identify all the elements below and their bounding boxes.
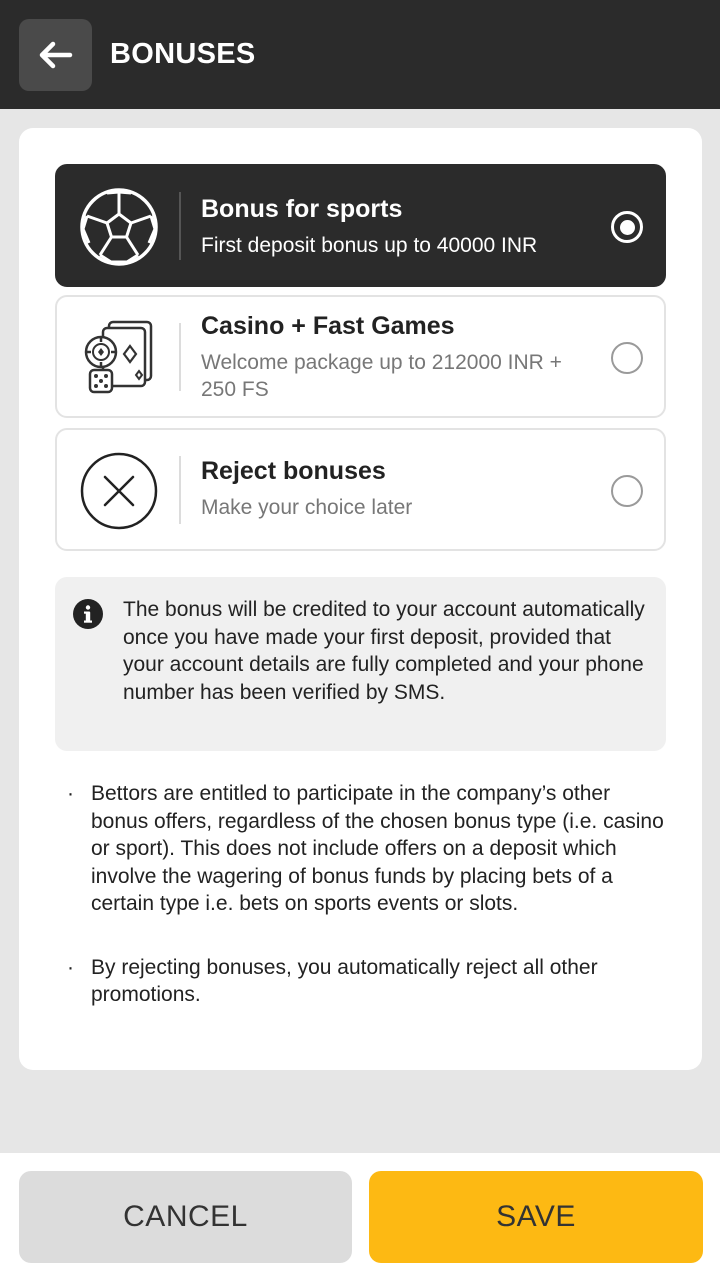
option-title: Reject bonuses <box>201 457 386 485</box>
option-title: Casino + Fast Games <box>201 312 455 340</box>
info-icon <box>73 599 103 629</box>
info-box: The bonus will be credited to your accou… <box>55 577 666 751</box>
casino-chip-cards-dice-icon <box>79 318 159 398</box>
option-divider <box>179 323 181 391</box>
radio-sports[interactable] <box>611 211 643 243</box>
list-item-text: By rejecting bonuses, you automatically … <box>91 955 598 1007</box>
option-title: Bonus for sports <box>201 195 403 223</box>
list-item: · By rejecting bonuses, you automaticall… <box>67 954 667 1009</box>
save-button[interactable]: SAVE <box>369 1171 703 1263</box>
arrow-left-icon <box>39 41 72 69</box>
bonus-option-reject[interactable]: Reject bonuses Make your choice later <box>55 428 666 551</box>
page-title: BONUSES <box>110 38 256 70</box>
cancel-button[interactable]: CANCEL <box>19 1171 352 1263</box>
bonus-option-casino[interactable]: Casino + Fast Games Welcome package up t… <box>55 295 666 418</box>
bonus-option-sports[interactable]: Bonus for sports First deposit bonus up … <box>55 164 666 287</box>
list-item: · Bettors are entitled to participate in… <box>67 780 667 918</box>
bullet-dot-icon: · <box>67 782 74 805</box>
app-header: BONUSES <box>0 0 720 109</box>
info-text: The bonus will be credited to your accou… <box>123 598 645 704</box>
radio-reject[interactable] <box>611 475 643 507</box>
radio-casino[interactable] <box>611 342 643 374</box>
bullet-dot-icon: · <box>67 955 74 979</box>
option-divider <box>179 456 181 524</box>
option-subtitle: Welcome package up to 212000 INR + 250 F… <box>201 351 562 401</box>
footer-bar: CANCEL SAVE <box>0 1153 720 1280</box>
option-subtitle: First deposit bonus up to 40000 INR <box>201 234 538 257</box>
back-button[interactable] <box>19 19 92 91</box>
option-subtitle: Make your choice later <box>201 496 413 519</box>
option-divider <box>179 192 181 260</box>
list-item-text: Bettors are entitled to participate in t… <box>91 782 664 915</box>
bonus-card: Bonus for sports First deposit bonus up … <box>19 128 702 1070</box>
terms-list: · Bettors are entitled to participate in… <box>67 780 667 1033</box>
reject-x-circle-icon <box>79 451 159 531</box>
soccer-ball-icon <box>79 187 159 267</box>
